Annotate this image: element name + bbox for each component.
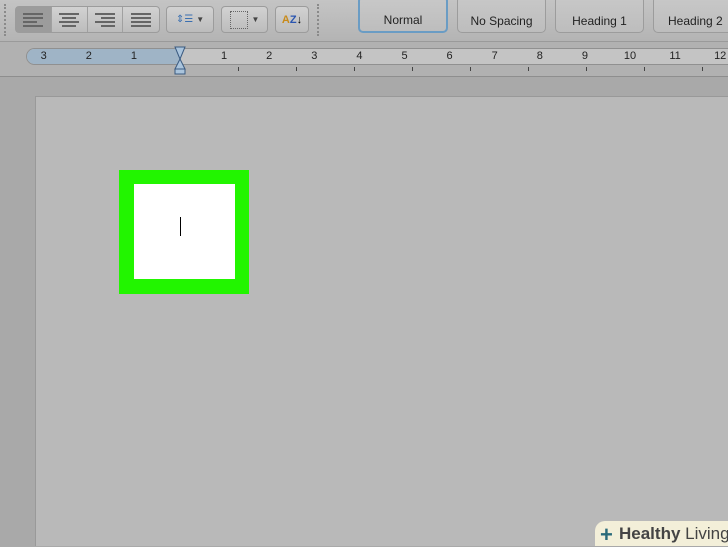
style-normal[interactable]: Normal <box>358 0 448 33</box>
chevron-down-icon: ▼ <box>196 15 205 24</box>
ruler-number: 3 <box>311 50 318 62</box>
toolbar-divider <box>4 4 6 36</box>
align-left-icon <box>23 12 44 27</box>
ruler-margin <box>27 49 181 64</box>
toolbar-divider <box>317 4 319 36</box>
tab-stop-tick <box>412 67 413 71</box>
ruler-number: 10 <box>623 50 637 62</box>
sort-button[interactable]: AZ↓ <box>275 6 309 33</box>
formatting-toolbar: ⇕☰ ▼ ▼ AZ↓ Normal No Spacing Heading 1 He… <box>0 0 728 42</box>
document-page[interactable] <box>35 96 728 546</box>
plus-logo-icon: + <box>600 522 613 547</box>
ruler-number: 8 <box>536 50 543 62</box>
justify-icon <box>131 12 152 27</box>
align-right-button[interactable] <box>88 7 124 32</box>
ruler-number: 5 <box>401 50 408 62</box>
style-heading-2[interactable]: Heading 2 <box>653 0 728 33</box>
ruler-number: 6 <box>446 50 453 62</box>
ruler-number: 2 <box>85 50 92 62</box>
tab-stop-tick <box>528 67 529 71</box>
horizontal-ruler[interactable]: 3 2 1 1 2 3 4 5 6 7 8 9 10 11 12 <box>0 42 728 77</box>
ruler-number: 4 <box>356 50 363 62</box>
tab-stop-tick <box>470 67 471 71</box>
tab-stop-tick <box>586 67 587 71</box>
watermark-rest: Living <box>680 524 728 543</box>
align-center-button[interactable] <box>52 7 88 32</box>
alignment-group <box>15 6 160 33</box>
tab-stop-tick <box>354 67 355 71</box>
tab-stop-tick <box>238 67 239 71</box>
text-box[interactable] <box>134 184 235 279</box>
watermark-bold: Healthy <box>619 524 681 543</box>
style-no-spacing[interactable]: No Spacing <box>457 0 546 33</box>
sort-az-icon: AZ↓ <box>281 13 303 26</box>
ruler-number: 3 <box>40 50 47 62</box>
line-spacing-button[interactable]: ⇕☰ ▼ <box>166 6 214 33</box>
ruler-number: 9 <box>581 50 588 62</box>
ruler-number: 7 <box>491 50 498 62</box>
borders-button[interactable]: ▼ <box>221 6 268 33</box>
tab-stop-tick <box>702 67 703 71</box>
chevron-down-icon: ▼ <box>251 15 260 24</box>
ruler-number: 11 <box>669 50 681 62</box>
line-spacing-icon: ⇕☰ <box>175 14 194 25</box>
ruler-number: 1 <box>130 50 137 62</box>
ruler-number: 12 <box>714 50 727 62</box>
indent-marker[interactable] <box>174 45 186 75</box>
justify-button[interactable] <box>123 7 159 32</box>
ruler-number: 1 <box>221 50 228 62</box>
align-right-icon <box>94 12 115 27</box>
align-left-button[interactable] <box>16 7 52 32</box>
tab-stop-tick <box>644 67 645 71</box>
align-center-icon <box>59 12 80 27</box>
watermark: + Healthy Living <box>595 521 728 546</box>
ruler-number: 2 <box>266 50 273 62</box>
borders-icon <box>229 10 248 29</box>
tab-stop-tick <box>296 67 297 71</box>
style-heading-1[interactable]: Heading 1 <box>555 0 644 33</box>
text-cursor <box>180 217 181 236</box>
